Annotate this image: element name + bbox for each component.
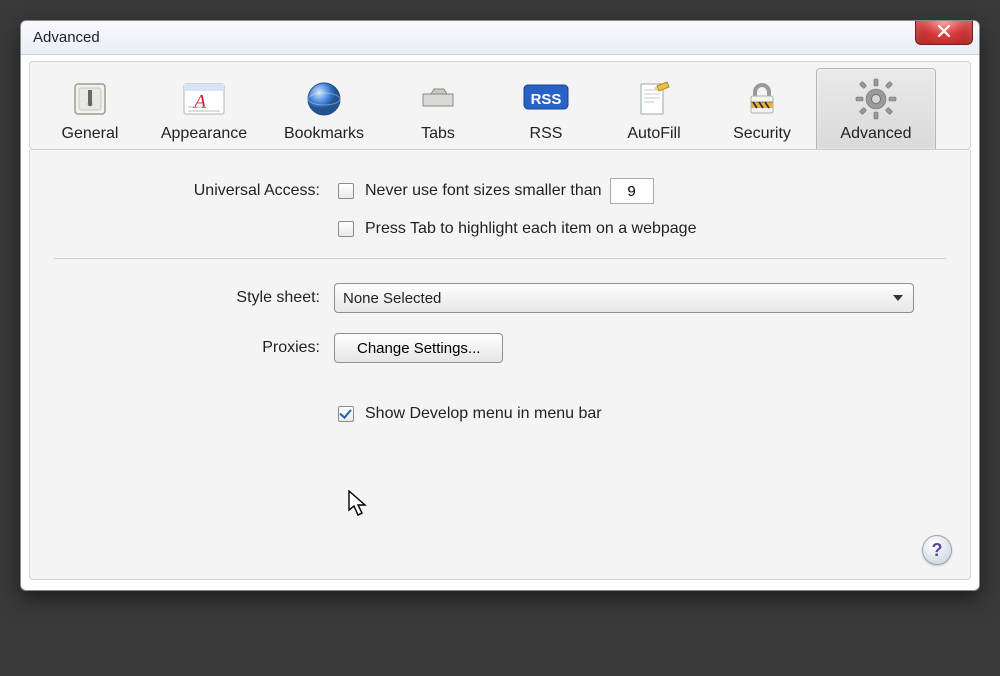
min-font-size-checkbox[interactable] [338, 183, 354, 199]
style-sheet-label: Style sheet: [54, 289, 334, 307]
tab-autofill[interactable]: AutoFill [600, 68, 708, 149]
preferences-toolbar: General A Appearance [29, 61, 971, 150]
tabs-icon [414, 75, 462, 123]
form-pencil-icon [630, 75, 678, 123]
tab-label: Bookmarks [284, 125, 364, 143]
row-press-tab: Press Tab to highlight each item on a we… [54, 218, 946, 240]
style-sheet-value: None Selected [343, 290, 441, 307]
tab-appearance[interactable]: A Appearance [144, 68, 264, 149]
rss-icon: RSS [522, 75, 570, 123]
min-font-size-label: Never use font sizes smaller than [365, 182, 602, 200]
chevron-down-icon [893, 295, 903, 301]
tab-security[interactable]: Security [708, 68, 816, 149]
tab-label: RSS [530, 125, 563, 143]
cursor-icon [348, 490, 370, 518]
row-proxies: Proxies: Change Settings... [54, 333, 946, 363]
titlebar: Advanced [21, 21, 979, 55]
window-title: Advanced [33, 29, 100, 46]
tab-label: Security [733, 125, 791, 143]
tab-label: General [62, 125, 119, 143]
svg-text:A: A [192, 91, 207, 113]
show-develop-checkbox[interactable] [338, 406, 354, 422]
divider [54, 258, 946, 259]
universal-access-label: Universal Access: [54, 182, 334, 200]
row-universal-access: Universal Access: Never use font sizes s… [54, 178, 946, 204]
help-button[interactable]: ? [922, 535, 952, 565]
tab-label: Tabs [421, 125, 455, 143]
style-sheet-dropdown[interactable]: None Selected [334, 283, 914, 313]
show-develop-label: Show Develop menu in menu bar [365, 405, 602, 423]
gear-icon [852, 75, 900, 123]
padlock-icon [738, 75, 786, 123]
press-tab-label: Press Tab to highlight each item on a we… [365, 220, 696, 238]
tab-general[interactable]: General [36, 68, 144, 149]
preferences-window: Advanced General [20, 20, 980, 591]
tab-label: Advanced [840, 125, 911, 143]
row-show-develop: Show Develop menu in menu bar [54, 403, 946, 425]
press-tab-checkbox[interactable] [338, 221, 354, 237]
tab-label: AutoFill [627, 125, 680, 143]
tab-label: Appearance [161, 125, 247, 143]
switch-icon [66, 75, 114, 123]
tab-bookmarks[interactable]: Bookmarks [264, 68, 384, 149]
help-icon: ? [932, 540, 943, 561]
close-icon [937, 24, 951, 38]
proxies-label: Proxies: [54, 339, 334, 357]
tab-advanced[interactable]: Advanced [816, 68, 936, 149]
change-settings-button[interactable]: Change Settings... [334, 333, 503, 363]
tab-tabs[interactable]: Tabs [384, 68, 492, 149]
font-preview-icon: A [180, 75, 228, 123]
advanced-pane: Universal Access: Never use font sizes s… [29, 150, 971, 580]
row-style-sheet: Style sheet: None Selected [54, 283, 946, 313]
close-button[interactable] [915, 20, 973, 45]
svg-text:RSS: RSS [531, 91, 562, 108]
min-font-size-input[interactable] [610, 178, 654, 204]
globe-icon [300, 75, 348, 123]
tab-rss[interactable]: RSS RSS [492, 68, 600, 149]
